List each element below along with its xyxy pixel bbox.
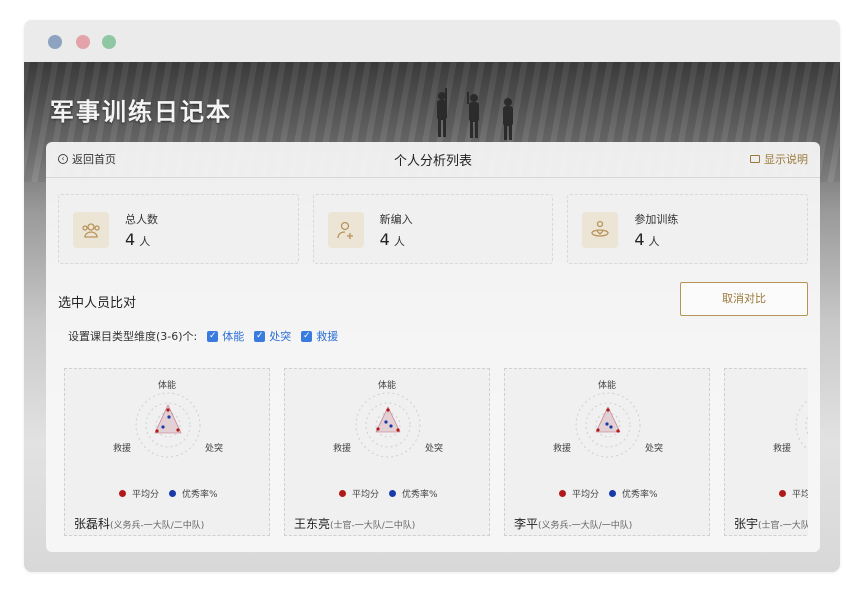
axis-label-rescue: 救援 bbox=[333, 444, 352, 454]
stats-row: 总人数 4人 新编入 4人 参加训练 4人 bbox=[58, 194, 809, 264]
axis-label-rescue: 救援 bbox=[113, 444, 132, 454]
legend-dot-avg bbox=[339, 490, 346, 497]
app-window: 军事训练日记本 ‹ 返回首页 个人分析列表 显示说明 总人数 4 人 新编入 4… bbox=[24, 20, 840, 572]
window-dot-3[interactable] bbox=[102, 35, 116, 49]
window-dot-2[interactable] bbox=[76, 35, 90, 49]
data-point-avg bbox=[596, 428, 600, 432]
stat-card-training: 参加训练 4人 bbox=[567, 194, 809, 264]
dimension-settings: 设置课目类型维度(3-6)个: ✓ 体能 ✓ 处突 ✓ 救援 bbox=[68, 328, 338, 344]
legend-dot-avg bbox=[779, 490, 786, 497]
person-card[interactable]: 救援 平均分 张宇(士官-一大队 bbox=[724, 368, 808, 536]
window-titlebar bbox=[24, 20, 840, 62]
person-name: 王东亮(士官-一大队/二中队) bbox=[294, 517, 416, 531]
data-point-avg bbox=[386, 408, 390, 412]
data-point-avg bbox=[155, 429, 159, 433]
axis-label-emergency: 处突 bbox=[645, 444, 664, 454]
show-help-label: 显示说明 bbox=[764, 153, 808, 166]
stat-value: 4人 bbox=[634, 230, 660, 249]
add-user-icon bbox=[327, 212, 364, 248]
message-icon bbox=[750, 155, 760, 163]
person-card[interactable]: 体能 救援 处突 平均分 优秀率% 王东亮(士官-一大队/二中队) bbox=[284, 368, 490, 536]
data-point-avg bbox=[616, 429, 620, 433]
data-point-excellent bbox=[384, 420, 388, 424]
chart-legend: 平均分 优秀率% bbox=[559, 487, 658, 500]
training-icon bbox=[582, 212, 619, 248]
check-icon: ✓ bbox=[207, 330, 219, 342]
data-point-avg bbox=[176, 428, 180, 432]
stat-card-new: 新编入 4人 bbox=[312, 194, 554, 264]
data-point-excellent bbox=[161, 425, 165, 429]
data-point-excellent bbox=[167, 415, 171, 419]
stat-card-total: 总人数 4人 bbox=[58, 194, 299, 264]
person-name: 张磊科(义务兵-一大队/二中队) bbox=[74, 517, 205, 531]
group-icon bbox=[73, 212, 109, 248]
page-title: 个人分析列表 bbox=[393, 154, 472, 169]
show-help-link[interactable]: 显示说明 bbox=[750, 151, 808, 167]
data-point-avg bbox=[396, 428, 400, 432]
check-icon: ✓ bbox=[301, 330, 313, 342]
dimension-label: 设置课目类型维度(3-6)个: bbox=[68, 330, 198, 343]
person-cards: 体能 救援 处突 平均分 优秀率% 张磊科(义务兵-一大队/二中队) 体能 救援… bbox=[64, 368, 808, 538]
app-content: 军事训练日记本 ‹ 返回首页 个人分析列表 显示说明 总人数 4 人 新编入 4… bbox=[24, 62, 840, 572]
axis-label-emergency: 处突 bbox=[205, 444, 224, 454]
chart-legend: 平均分 bbox=[779, 487, 808, 500]
data-point-excellent bbox=[605, 422, 609, 426]
data-point-excellent bbox=[609, 425, 613, 429]
chart-legend: 平均分 优秀率% bbox=[339, 487, 438, 500]
person-name: 张宇(士官-一大队 bbox=[734, 517, 808, 531]
data-point-excellent bbox=[389, 424, 393, 428]
check-icon: ✓ bbox=[254, 330, 266, 342]
chart-legend: 平均分 优秀率% bbox=[119, 487, 218, 500]
analysis-panel: ‹ 返回首页 个人分析列表 显示说明 总人数 4人 新编入 4 人 参加训练 4… bbox=[46, 142, 820, 552]
dimension-checkbox-physical[interactable]: ✓ 体能 bbox=[207, 328, 244, 344]
legend-dot-excellent bbox=[609, 490, 617, 497]
legend-dot-excellent bbox=[389, 490, 397, 497]
legend-dot-excellent bbox=[169, 490, 177, 497]
stat-value: 4人 bbox=[125, 230, 151, 249]
person-card[interactable]: 体能 救援 处突 平均分 优秀率% 李平(义务兵-一大队/一中队) bbox=[504, 368, 710, 536]
axis-label-rescue: 救援 bbox=[553, 444, 572, 454]
axis-label-physical: 体能 bbox=[158, 381, 177, 391]
stat-label: 总人数 bbox=[125, 213, 158, 226]
cancel-compare-button[interactable]: 取消对比 bbox=[680, 282, 808, 316]
app-title: 军事训练日记本 bbox=[50, 98, 232, 126]
stat-label: 参加训练 bbox=[634, 213, 679, 226]
data-point-avg bbox=[376, 427, 380, 431]
dimension-checkbox-rescue[interactable]: ✓ 救援 bbox=[301, 328, 338, 344]
stat-label: 新编入 bbox=[379, 213, 413, 226]
axis-label-physical: 体能 bbox=[378, 381, 397, 391]
compare-title: 选中人员比对 bbox=[58, 296, 137, 311]
axis-label-physical: 体能 bbox=[598, 381, 617, 391]
person-card[interactable]: 体能 救援 处突 平均分 优秀率% 张磊科(义务兵-一大队/二中队) bbox=[64, 368, 270, 536]
window-dot-1[interactable] bbox=[48, 35, 62, 49]
stat-value: 4人 bbox=[379, 230, 405, 249]
data-point-avg bbox=[606, 408, 610, 412]
panel-header: ‹ 返回首页 个人分析列表 显示说明 bbox=[46, 142, 820, 178]
person-name: 李平(义务兵-一大队/一中队) bbox=[514, 517, 633, 531]
data-point-avg bbox=[166, 408, 170, 412]
axis-label-rescue: 救援 bbox=[773, 444, 792, 454]
legend-dot-avg bbox=[119, 490, 126, 497]
radar-chart bbox=[795, 399, 808, 451]
dimension-checkbox-emergency[interactable]: ✓ 处突 bbox=[254, 328, 291, 344]
axis-label-emergency: 处突 bbox=[425, 444, 444, 454]
legend-dot-avg bbox=[559, 490, 566, 497]
